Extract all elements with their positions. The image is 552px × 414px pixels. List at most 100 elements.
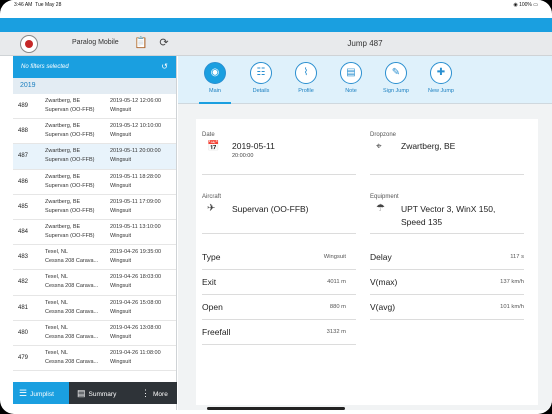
list-item[interactable]: 488 Zwartberg, BE Supervan (OO-FFB) 2019-05…: [13, 119, 176, 145]
jump-datetime: 2019-04-26 13:08:00: [110, 324, 162, 331]
jump-location: Zwartberg, BE: [45, 173, 81, 180]
clipboard-add-icon[interactable]: 📋: [134, 36, 148, 50]
list-item[interactable]: 484 Zwartberg, BE Supervan (OO-FFB) 2019-05…: [13, 220, 176, 246]
vmax-label: V(max): [370, 277, 398, 287]
jump-datetime: 2019-04-26 19:35:00: [110, 249, 162, 256]
jump-location: Texel, NL: [45, 299, 68, 306]
jump-datetime: 2019-05-11 18:28:00: [110, 173, 161, 180]
jump-aircraft: Cessna 208 Carava...: [45, 358, 99, 365]
jump-type: Wingsuit: [110, 283, 132, 290]
tab-summary[interactable]: ▤ Summary: [73, 382, 133, 404]
aircraft-label: Aircraft: [202, 194, 222, 200]
sync-icon[interactable]: ⟳: [157, 36, 171, 50]
calendar-icon: 📅: [207, 141, 220, 152]
open-label: Open: [202, 302, 223, 312]
jump-number: 487: [18, 153, 29, 160]
list-item[interactable]: 482 Texel, NL Cessna 208 Carava... 2019-04-…: [13, 270, 176, 296]
tab-jumplist[interactable]: ☰ Jumplist: [13, 382, 69, 404]
tab-note[interactable]: ▤ Note: [331, 62, 371, 94]
divider: [370, 294, 524, 295]
list-item[interactable]: 480 Texel, NL Cessna 208 Carava... 2019-04-…: [13, 321, 176, 346]
jump-aircraft: Supervan (OO-FFB): [45, 132, 95, 139]
open-value: 880 m: [329, 304, 346, 310]
year-header: 2019: [13, 78, 176, 94]
jump-location: Texel, NL: [45, 249, 68, 256]
jump-detail-pane: ◉ Main ☷ Details ⌇ Profile ▤ Note ✎ Sign Jump…: [178, 56, 552, 410]
list-item[interactable]: 483 Texel, NL Cessna 208 Carava... 2019-04-…: [13, 245, 176, 271]
list-item[interactable]: 481 Texel, NL Cessna 208 Carava... 2019-04-…: [13, 296, 176, 321]
jump-detail-card: Date 📅 2019-05-11 20:00:00 Dropzone ⌖ Zw…: [196, 119, 538, 405]
summary-icon: ▤: [77, 388, 86, 398]
home-indicator[interactable]: [207, 407, 345, 410]
freefall-value: 3132 m: [326, 329, 346, 335]
jump-type: Wingsuit: [110, 232, 132, 239]
reset-filter-icon[interactable]: ↺: [161, 62, 168, 71]
list-item[interactable]: 487 Zwartberg, BE Supervan (OO-FFB) 2019-05…: [13, 144, 176, 170]
jump-location: Zwartberg, BE: [45, 98, 81, 104]
divider: [202, 174, 356, 175]
jump-aircraft: Cessna 208 Carava...: [45, 308, 99, 315]
filter-bar[interactable]: No filters selected ↺: [13, 56, 176, 78]
type-value: Wingsuit: [323, 254, 346, 260]
jump-number: 486: [18, 178, 29, 185]
divider: [202, 344, 356, 345]
jump-list: 489 Zwartberg, BE Supervan (OO-FFB) 2019-05…: [13, 94, 176, 372]
dropzone-value: Zwartberg, BE: [401, 141, 456, 151]
list-icon: ☰: [19, 388, 28, 398]
accent-bar: [0, 18, 552, 32]
jump-location: Zwartberg, BE: [45, 123, 81, 130]
filter-status: No filters selected: [21, 64, 69, 70]
jump-number: 484: [18, 228, 29, 235]
list-item[interactable]: 485 Zwartberg, BE Supervan (OO-FFB) 2019-05…: [13, 195, 176, 220]
jump-type: Wingsuit: [110, 358, 132, 365]
new-jump-button[interactable]: ✚ New Jump: [421, 62, 461, 94]
tab-main[interactable]: ◉ Main: [195, 62, 235, 104]
jump-datetime: 2019-05-11 17:09:00: [110, 198, 161, 205]
divider: [202, 319, 356, 320]
jump-number: 488: [18, 128, 29, 135]
jump-location: Zwartberg, BE: [45, 223, 81, 230]
jump-datetime: 2019-04-26 15:08:00: [110, 299, 162, 306]
app-window: 3:46 AM Tue May 28 ◉ 100% ▭ Paralog Mobi…: [0, 0, 552, 414]
jump-type: Wingsuit: [110, 207, 132, 214]
jump-aircraft: Supervan (OO-FFB): [45, 157, 95, 164]
vavg-label: V(avg): [370, 302, 396, 312]
divider: [370, 269, 524, 270]
jump-number: 479: [18, 354, 29, 361]
jump-aircraft: Supervan (OO-FFB): [45, 107, 95, 113]
tab-profile[interactable]: ⌇ Profile: [286, 62, 326, 94]
divider: [370, 174, 524, 175]
vavg-value: 101 km/h: [500, 304, 524, 310]
jump-list-sidebar: No filters selected ↺ 2019 489 Zwartberg,…: [13, 56, 177, 410]
jump-type: Wingsuit: [110, 333, 132, 340]
location-pin-icon: ⌖: [376, 141, 382, 152]
delay-value: 117 s: [510, 254, 524, 260]
jump-aircraft: Supervan (OO-FFB): [45, 232, 95, 239]
date-value: 2019-05-11: [232, 141, 275, 151]
jump-type: Wingsuit: [110, 308, 132, 315]
app-logo: [20, 35, 38, 53]
jump-number: 489: [18, 103, 29, 109]
app-name: Paralog Mobile: [72, 39, 119, 46]
action-toolbar: ◉ Main ☷ Details ⌇ Profile ▤ Note ✎ Sign Jump…: [178, 56, 552, 104]
jump-aircraft: Cessna 208 Carava...: [45, 258, 99, 265]
vmax-value: 137 km/h: [500, 279, 524, 285]
more-icon: ⋮: [141, 388, 150, 398]
list-item[interactable]: 486 Zwartberg, BE Supervan (OO-FFB) 2019-05…: [13, 170, 176, 195]
list-item[interactable]: 479 Texel, NL Cessna 208 Carava... 2019-04-…: [13, 346, 176, 372]
list-item[interactable]: 489 Zwartberg, BE Supervan (OO-FFB) 2019-05…: [13, 94, 176, 120]
type-label: Type: [202, 252, 221, 262]
equipment-label: Equipment: [370, 194, 399, 200]
tab-more[interactable]: ⋮ More: [137, 382, 177, 404]
sign-jump-button[interactable]: ✎ Sign Jump: [376, 62, 416, 94]
equipment-value-line2: Speed 135: [401, 217, 443, 227]
jump-type: Wingsuit: [110, 107, 132, 113]
jump-number: 480: [18, 329, 29, 336]
jump-location: Texel, NL: [45, 349, 68, 356]
jump-datetime: 2019-05-12 12:06:00: [110, 98, 162, 104]
freefall-label: Freefall: [202, 327, 231, 337]
tab-details[interactable]: ☷ Details: [241, 62, 281, 94]
dropzone-label: Dropzone: [370, 132, 397, 138]
date-label: Date: [202, 132, 215, 138]
parachute-icon: ☂: [376, 203, 385, 214]
